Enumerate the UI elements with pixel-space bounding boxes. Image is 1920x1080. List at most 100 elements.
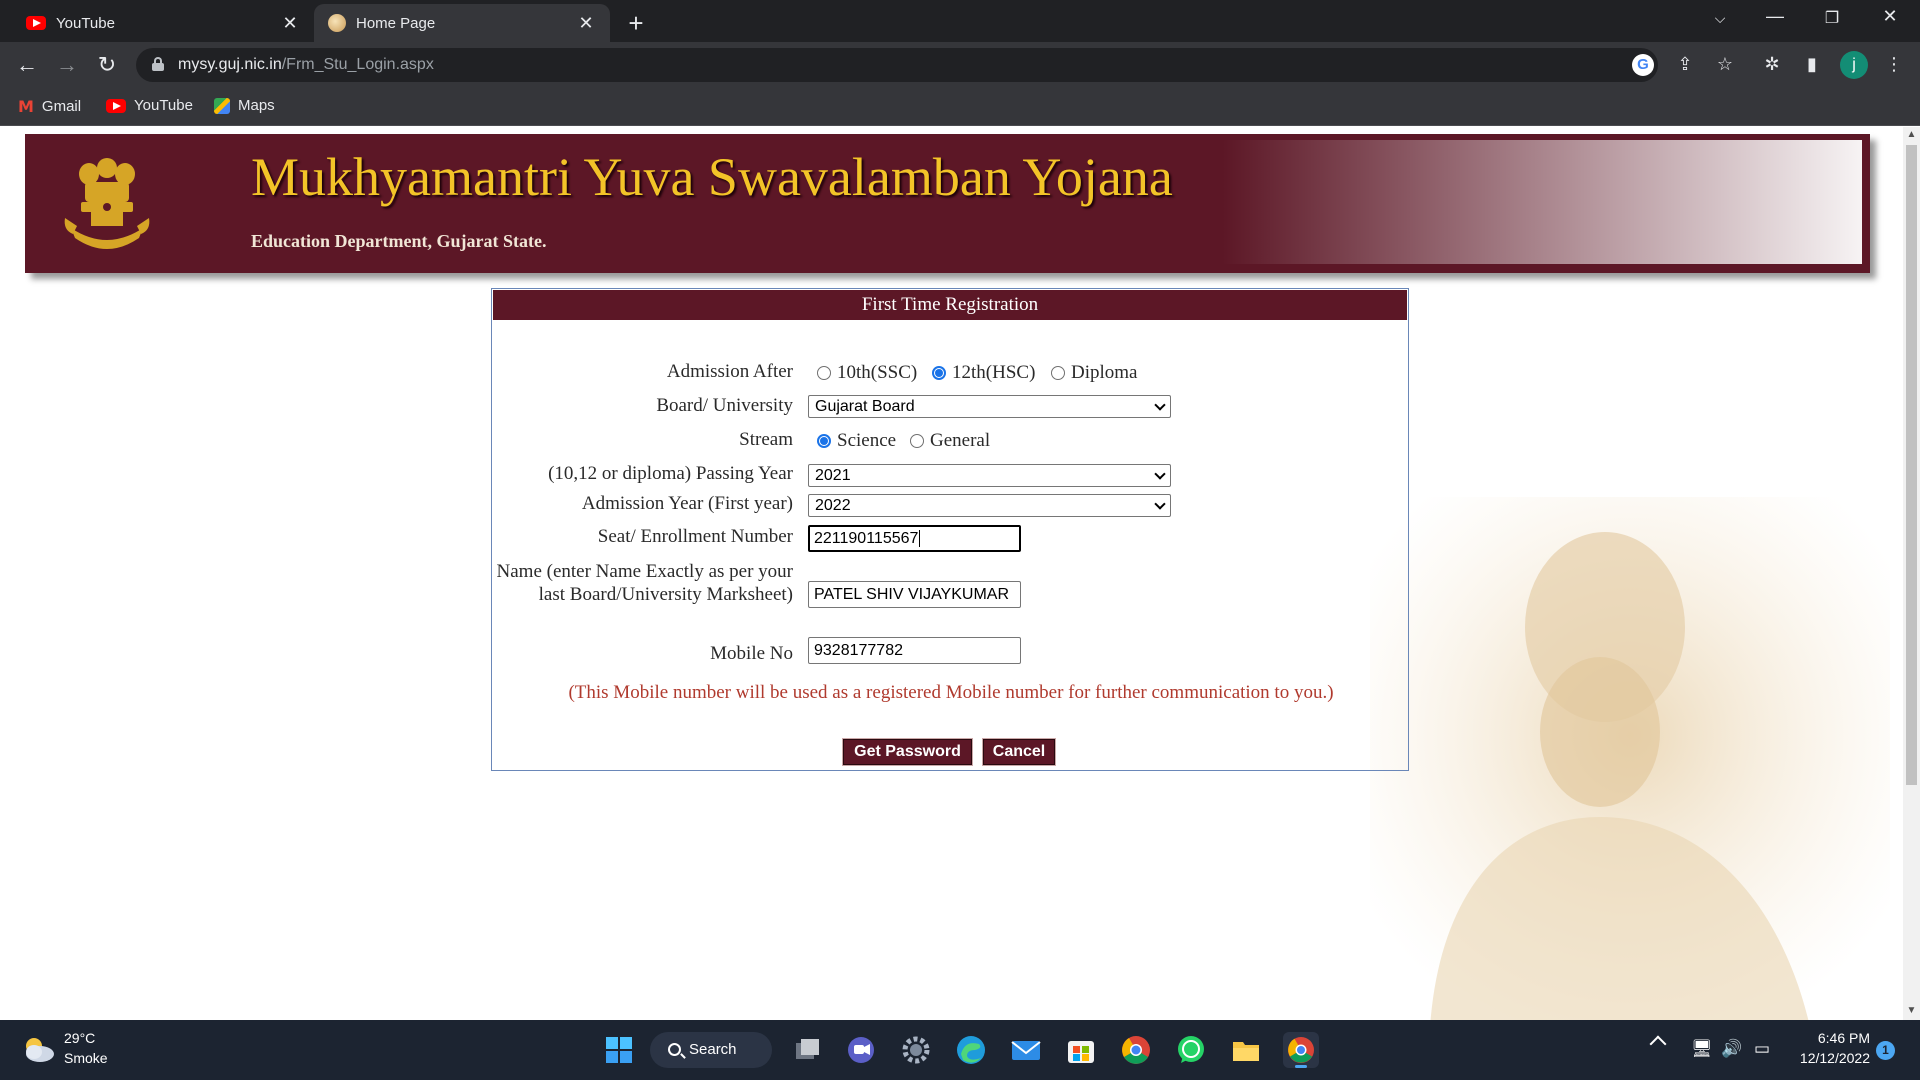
share-icon[interactable]: ⇪ xyxy=(1673,54,1697,75)
tab-bar: YouTube ✕ Home Page ✕ + ⌵ — ❐ ✕ xyxy=(0,0,1920,42)
window-close-icon[interactable]: ✕ xyxy=(1870,6,1910,27)
tab-search-chevron-icon[interactable]: ⌵ xyxy=(1700,10,1740,27)
side-panel-icon[interactable]: ▮ xyxy=(1798,54,1826,75)
tab-home-page[interactable]: Home Page ✕ xyxy=(314,4,610,42)
profile-avatar[interactable]: j xyxy=(1840,51,1868,79)
tab-title: Home Page xyxy=(356,14,436,32)
bookmark-youtube[interactable]: YouTube xyxy=(106,97,193,114)
notification-badge[interactable]: 1 xyxy=(1876,1041,1895,1060)
volume-icon[interactable]: 🔊 xyxy=(1720,1039,1744,1059)
search-label: Search xyxy=(689,1041,737,1058)
file-explorer-icon[interactable] xyxy=(1228,1032,1264,1068)
tab-youtube[interactable]: YouTube ✕ xyxy=(12,4,314,42)
chrome-icon[interactable] xyxy=(1118,1032,1154,1068)
microsoft-store-icon[interactable] xyxy=(1063,1032,1099,1068)
mobile-label: Mobile No xyxy=(710,643,793,664)
close-icon[interactable]: ✕ xyxy=(576,13,596,34)
chrome-active-icon[interactable] xyxy=(1283,1032,1319,1068)
scroll-down-icon[interactable]: ▼ xyxy=(1903,1005,1920,1016)
page-scrollbar[interactable]: ▲ ▼ xyxy=(1903,127,1920,1020)
weather-temperature[interactable]: 29°C xyxy=(64,1030,95,1046)
back-icon[interactable]: ← xyxy=(12,50,42,80)
network-icon[interactable]: 🖥 xyxy=(1690,1039,1714,1059)
get-password-button[interactable]: Get Password xyxy=(842,738,973,766)
passing-year-select[interactable]: 2021 xyxy=(808,464,1171,487)
clock-time[interactable]: 6:46 PM xyxy=(1780,1030,1870,1046)
select-value: 2021 xyxy=(815,467,851,484)
state-emblem-icon xyxy=(64,158,150,249)
seat-number-label: Seat/ Enrollment Number xyxy=(597,526,793,547)
forward-icon[interactable]: → xyxy=(52,50,82,80)
teams-chat-icon[interactable] xyxy=(843,1032,879,1068)
menu-kebab-icon[interactable]: ⋮ xyxy=(1880,54,1908,75)
extensions-icon[interactable]: ✲ xyxy=(1758,54,1786,75)
battery-icon[interactable]: ▭ xyxy=(1750,1039,1774,1059)
radio-general[interactable]: General xyxy=(910,430,990,452)
name-label: Name (enter Name Exactly as per your las… xyxy=(496,561,793,605)
radio-science[interactable]: Science xyxy=(817,430,896,452)
mail-icon[interactable] xyxy=(1008,1032,1044,1068)
radio-12th-hsc[interactable]: 12th(HSC) xyxy=(932,362,1035,384)
stream-label: Stream xyxy=(739,429,793,450)
url-text[interactable]: mysy.guj.nic.in/Frm_Stu_Login.aspx xyxy=(178,56,434,74)
option-label: 12th(HSC) xyxy=(952,362,1036,383)
bookmark-label: Maps xyxy=(238,97,275,114)
chevron-down-icon xyxy=(1154,399,1166,411)
settings-gear-icon[interactable] xyxy=(898,1032,934,1068)
page-viewport: Mukhyamantri Yuva Swavalamban Yojana Edu… xyxy=(0,127,1903,1020)
radio-button[interactable] xyxy=(932,366,946,380)
url-path: /Frm_Stu_Login.aspx xyxy=(281,56,434,73)
lock-icon[interactable] xyxy=(152,57,164,71)
bookmark-label: Gmail xyxy=(41,98,82,115)
google-lens-icon[interactable]: G xyxy=(1632,54,1654,76)
radio-diploma[interactable]: Diploma xyxy=(1051,362,1138,384)
seat-number-input[interactable]: 221190115567 xyxy=(808,525,1021,552)
new-tab-button[interactable]: + xyxy=(622,8,650,39)
cancel-button[interactable]: Cancel xyxy=(982,738,1056,766)
task-view-icon[interactable] xyxy=(789,1032,825,1068)
bookmark-maps[interactable]: Maps xyxy=(214,97,275,114)
taskbar-search-button[interactable]: Search xyxy=(650,1032,772,1068)
site-subtitle: Education Department, Gujarat State. xyxy=(251,231,547,251)
restore-icon[interactable]: ❐ xyxy=(1812,8,1852,28)
scrollbar-thumb[interactable] xyxy=(1906,145,1917,785)
admission-year-select[interactable]: 2022 xyxy=(808,494,1171,517)
radio-button[interactable] xyxy=(817,366,831,380)
reload-icon[interactable]: ↻ xyxy=(92,50,122,80)
name-input[interactable]: PATEL SHIV VIJAYKUMAR xyxy=(808,581,1021,608)
board-select[interactable]: Gujarat Board xyxy=(808,395,1171,418)
address-bar[interactable]: mysy.guj.nic.in/Frm_Stu_Login.aspx G ⇪ ☆ xyxy=(136,48,1733,82)
chevron-down-icon xyxy=(1154,468,1166,480)
radio-button[interactable] xyxy=(1051,366,1065,380)
bookmarks-bar: M Gmail YouTube Maps xyxy=(0,88,1920,126)
scroll-up-icon[interactable]: ▲ xyxy=(1903,129,1920,140)
text-cursor xyxy=(919,530,921,548)
form-heading: First Time Registration xyxy=(493,290,1407,320)
radio-button[interactable] xyxy=(910,434,924,448)
radio-10th-ssc[interactable]: 10th(SSC) xyxy=(817,362,917,384)
option-label: 10th(SSC) xyxy=(837,362,918,383)
bookmark-star-icon[interactable]: ☆ xyxy=(1713,54,1737,75)
site-title: Mukhyamantri Yuva Swavalamban Yojana xyxy=(251,147,1173,207)
minimize-icon[interactable]: — xyxy=(1755,6,1795,27)
bookmark-gmail[interactable]: M Gmail xyxy=(18,97,81,116)
admission-after-label: Admission After xyxy=(666,361,793,382)
mobile-input[interactable]: 9328177782 xyxy=(808,637,1021,664)
banner-gradient xyxy=(1222,140,1862,264)
radio-button[interactable] xyxy=(817,434,831,448)
close-icon[interactable]: ✕ xyxy=(280,13,300,34)
clock-date[interactable]: 12/12/2022 xyxy=(1780,1050,1870,1066)
browser-toolbar: ← → ↻ mysy.guj.nic.in/Frm_Stu_Login.aspx… xyxy=(0,42,1920,88)
windows-start-icon[interactable] xyxy=(601,1032,637,1068)
site-favicon xyxy=(328,14,346,32)
option-label: Diploma xyxy=(1071,362,1138,383)
whatsapp-icon[interactable] xyxy=(1173,1032,1209,1068)
passing-year-label: (10,12 or diploma) Passing Year xyxy=(548,463,793,484)
tray-chevron-up-icon[interactable] xyxy=(1649,1035,1667,1053)
chevron-down-icon xyxy=(1154,498,1166,510)
weather-cloud-icon[interactable] xyxy=(20,1034,56,1064)
site-header-banner: Mukhyamantri Yuva Swavalamban Yojana Edu… xyxy=(25,134,1870,273)
edge-browser-icon[interactable] xyxy=(953,1032,989,1068)
weather-description[interactable]: Smoke xyxy=(64,1050,108,1066)
maps-icon xyxy=(214,97,230,114)
